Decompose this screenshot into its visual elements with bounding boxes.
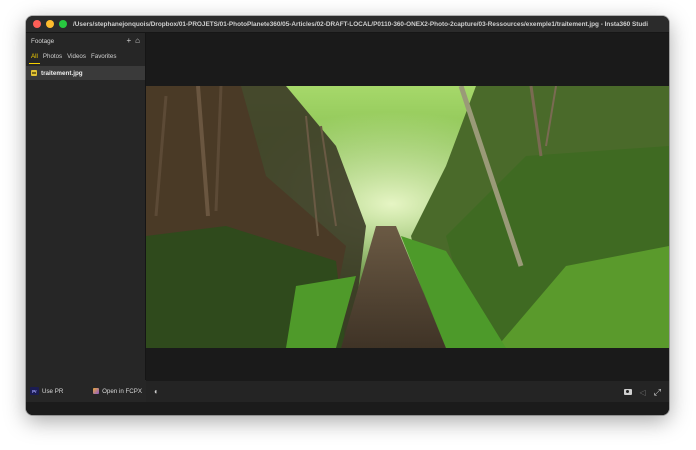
footage-tabs: All Photos Videos Favorites — [26, 51, 145, 64]
camera-icon[interactable] — [623, 389, 632, 395]
list-item[interactable]: traitement.jpg — [26, 66, 145, 80]
preview-area: ◐ ◁ ⤢ — [146, 33, 669, 415]
tab-all[interactable]: All — [29, 53, 40, 64]
panorama-image[interactable] — [146, 86, 669, 348]
footage-sidebar: Footage + ⌂ All Photos Videos Favorites … — [26, 33, 146, 415]
tab-videos[interactable]: Videos — [67, 53, 86, 62]
gyro-icon[interactable]: ◐ — [154, 388, 159, 396]
speaker-icon[interactable]: ◁ — [640, 388, 646, 397]
sidebar-footer: Pr Use PR Open in FCPX — [26, 380, 146, 402]
image-file-icon — [31, 70, 37, 76]
add-icon[interactable]: + — [126, 37, 131, 45]
photo-viewer[interactable] — [146, 86, 669, 348]
fcpx-icon — [93, 388, 100, 394]
file-name: traitement.jpg — [41, 69, 83, 77]
use-pr-button[interactable]: Use PR — [42, 388, 63, 395]
title-bar: /Users/stephanejonquois/Dropbox/01-PROJE… — [26, 16, 669, 33]
app-window: /Users/stephanejonquois/Dropbox/01-PROJE… — [26, 16, 669, 415]
open-in-fcpx-button[interactable]: Open in FCPX — [102, 388, 142, 395]
minimize-window-button[interactable] — [46, 20, 54, 28]
sidebar-title: Footage — [31, 37, 55, 45]
preview-toolbar: ◐ ◁ ⤢ — [146, 381, 669, 403]
zoom-window-button[interactable] — [59, 20, 67, 28]
premiere-icon: Pr — [30, 387, 39, 395]
window-controls — [33, 20, 67, 28]
close-window-button[interactable] — [33, 20, 41, 28]
home-icon[interactable]: ⌂ — [135, 37, 140, 45]
tab-photos[interactable]: Photos — [43, 53, 62, 62]
window-title: /Users/stephanejonquois/Dropbox/01-PROJE… — [73, 20, 648, 28]
window-bottom-band — [26, 402, 669, 415]
sidebar-header: Footage + ⌂ — [26, 34, 145, 48]
fullscreen-icon[interactable]: ⤢ — [654, 387, 661, 398]
tab-favorites[interactable]: Favorites — [91, 53, 116, 62]
